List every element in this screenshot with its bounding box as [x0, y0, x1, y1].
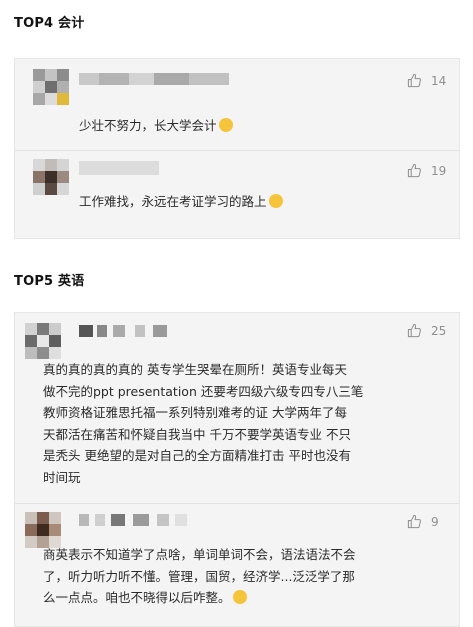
comment-text: 少壮不努力，长大学会计 — [79, 115, 233, 137]
avatar[interactable] — [33, 69, 69, 105]
comment-card-english: 25 真的真的真的真的 英专学生哭晕在厕所！英语专业每天 做不完的ppt pre… — [14, 312, 460, 627]
comment-item: 19 工作难找，永远在考证学习的路上 — [15, 151, 459, 240]
like-button[interactable]: 19 — [407, 163, 446, 178]
comment-item: 25 真的真的真的真的 英专学生哭晕在厕所！英语专业每天 做不完的ppt pre… — [15, 313, 459, 503]
section-title-top4: TOP4 会计 — [14, 16, 85, 31]
username-redacted — [79, 325, 179, 337]
like-count: 14 — [431, 73, 447, 88]
comment-card-accounting: 14 少壮不努力，长大学会计 19 工作难找，永远在考证学习的路上 — [14, 58, 460, 239]
username-redacted — [79, 161, 159, 175]
smile-emoji-icon — [218, 118, 233, 132]
avatar[interactable] — [33, 159, 69, 195]
comment-item: 9 商英表示不知道学了点啥，单词单词不会，语法语法不会 了，听力听力听不懂。管理… — [15, 504, 459, 627]
thumbs-up-icon — [407, 514, 421, 529]
avatar[interactable] — [25, 512, 61, 548]
comment-item: 14 少壮不努力，长大学会计 — [15, 59, 459, 153]
thumbs-up-icon — [407, 73, 421, 88]
crying-emoji-icon — [268, 194, 283, 208]
username-redacted — [79, 73, 229, 85]
comment-text: 工作难找，永远在考证学习的路上 — [79, 191, 283, 213]
section-title-top5: TOP5 英语 — [14, 274, 85, 289]
like-count: 9 — [431, 514, 439, 529]
comment-text: 商英表示不知道学了点啥，单词单词不会，语法语法不会 了，听力听力听不懂。管理，国… — [43, 547, 356, 605]
like-button[interactable]: 25 — [407, 323, 446, 338]
article-page: TOP4 会计 14 少壮不努力，长大学会计 19 工作难找，永远在考证学习的路… — [0, 0, 473, 627]
like-button[interactable]: 9 — [407, 514, 439, 529]
like-count: 19 — [431, 163, 447, 178]
like-button[interactable]: 14 — [407, 73, 446, 88]
thumbs-up-icon — [407, 163, 421, 178]
avatar[interactable] — [25, 323, 61, 359]
username-redacted — [79, 514, 189, 526]
facepalm-emoji-icon — [232, 590, 247, 604]
comment-text: 真的真的真的真的 英专学生哭晕在厕所！英语专业每天 做不完的ppt presen… — [43, 362, 364, 485]
like-count: 25 — [431, 323, 447, 338]
thumbs-up-icon — [407, 323, 421, 338]
